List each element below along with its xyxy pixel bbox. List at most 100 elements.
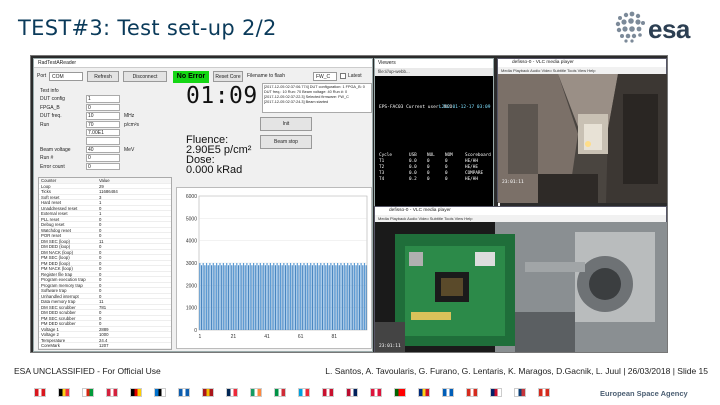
bar bbox=[325, 265, 327, 330]
y-tick-label: 5000 bbox=[186, 216, 197, 222]
bar bbox=[362, 265, 364, 330]
error-status-indicator: No Error bbox=[173, 71, 209, 83]
bar bbox=[338, 265, 340, 330]
bar bbox=[207, 265, 209, 330]
viewer-cell: T3 bbox=[379, 171, 385, 176]
param-value-field[interactable]: 0 bbox=[86, 154, 120, 162]
flag-icon bbox=[34, 388, 46, 397]
bar bbox=[330, 263, 332, 330]
bar bbox=[315, 265, 317, 330]
init-button[interactable]: Init bbox=[260, 117, 312, 131]
x-tick-label: 21 bbox=[231, 334, 237, 340]
bar bbox=[254, 265, 256, 330]
bar bbox=[212, 263, 214, 330]
param-value-field[interactable]: 1 bbox=[86, 95, 120, 103]
rad-test-app-window: RadTestAReader Port COM Refresh Disconne… bbox=[33, 58, 373, 352]
param-value-field[interactable]: 7.00E1 bbox=[86, 128, 120, 137]
bar bbox=[358, 265, 361, 330]
latest-checkbox[interactable] bbox=[340, 73, 346, 79]
flag-icon bbox=[250, 388, 262, 397]
bar bbox=[247, 265, 250, 330]
viewer-cell: 0 bbox=[445, 159, 448, 164]
param-value-field[interactable]: 10 bbox=[86, 112, 120, 120]
viewer-cell: 0.2 bbox=[409, 177, 417, 182]
video-player-bottom: defisso-0 - VLC media player Media Playb… bbox=[374, 206, 667, 352]
bar bbox=[236, 263, 238, 330]
bar bbox=[350, 263, 352, 330]
flag-icon bbox=[370, 388, 382, 397]
viewer-titlebar: Viewers bbox=[375, 59, 493, 68]
video-top-timestamp: 23:01:11 bbox=[502, 180, 524, 185]
setup-screenshot: RadTestAReader Port COM Refresh Disconne… bbox=[30, 55, 668, 353]
viewer-cell: 0.0 bbox=[409, 159, 417, 164]
bar bbox=[271, 265, 273, 330]
bar bbox=[222, 263, 224, 330]
flag-icon bbox=[514, 388, 526, 397]
param-value-field[interactable]: 70 bbox=[86, 120, 120, 129]
flag-icon bbox=[202, 388, 214, 397]
disconnect-button[interactable]: Disconnect bbox=[123, 71, 167, 82]
bar bbox=[234, 265, 236, 330]
bar bbox=[347, 263, 349, 330]
bar bbox=[360, 263, 362, 330]
port-select[interactable]: COM bbox=[49, 72, 83, 81]
viewer-cell: 0 bbox=[445, 171, 448, 176]
bar bbox=[333, 263, 335, 330]
param-label: FPGA_B bbox=[40, 104, 60, 111]
bar bbox=[200, 265, 203, 330]
bar bbox=[276, 263, 278, 330]
bar bbox=[321, 265, 324, 330]
viewer-cell: HE/HH bbox=[465, 177, 478, 182]
bar bbox=[273, 263, 275, 330]
param-value-field[interactable]: 0 bbox=[86, 162, 120, 171]
refresh-button[interactable]: Refresh bbox=[87, 71, 119, 82]
bar bbox=[259, 263, 261, 330]
param-label: Run # bbox=[40, 155, 54, 162]
bar bbox=[278, 265, 280, 330]
bar bbox=[289, 263, 292, 330]
bar bbox=[239, 263, 241, 330]
bar bbox=[318, 265, 320, 330]
event-log[interactable]: [2017-12-05 02:37:06.774] DUT configurat… bbox=[262, 83, 372, 113]
x-tick-label: 41 bbox=[264, 334, 270, 340]
bar bbox=[209, 263, 211, 330]
video-top-menu[interactable]: Media Playback Audio Video Subtitle Tool… bbox=[498, 67, 666, 74]
param-value-field[interactable]: 0 bbox=[86, 103, 120, 112]
bar bbox=[242, 263, 245, 330]
bar bbox=[306, 263, 308, 330]
bar bbox=[335, 265, 337, 330]
viewer-column-header: Cycle bbox=[379, 153, 392, 158]
filename-input[interactable]: FW_C bbox=[313, 72, 337, 81]
flag-icon bbox=[178, 388, 190, 397]
dose-value: 0.000 kRad bbox=[186, 164, 243, 176]
bar bbox=[331, 265, 334, 330]
bar bbox=[281, 265, 283, 330]
bar bbox=[283, 263, 285, 330]
viewer-url-bar[interactable]: file:///op-webb... bbox=[375, 68, 493, 76]
table-row[interactable]: CoreMark 1207 bbox=[39, 343, 171, 349]
bar bbox=[253, 263, 255, 330]
video-bottom-menu[interactable]: Media Playback Audio Video Subtitle Tool… bbox=[375, 215, 666, 222]
bar bbox=[286, 263, 288, 330]
param-value-field[interactable] bbox=[86, 137, 120, 145]
viewer-table: Cycle USB NUL NOM Scoreboard T1 0.0 0 0 HE/HH T2 0.… bbox=[379, 153, 493, 183]
bar bbox=[221, 265, 223, 330]
y-tick-label: 3000 bbox=[186, 261, 197, 267]
reset-core-button[interactable]: Reset Core bbox=[213, 71, 243, 82]
param-unit: p/cm²s bbox=[124, 121, 139, 128]
counter-value: 1207 bbox=[99, 343, 109, 348]
bar bbox=[261, 265, 263, 330]
viewer-cell: T2 bbox=[379, 165, 385, 170]
param-label: Beam voltage bbox=[40, 146, 71, 153]
filename-label: Filename to flash bbox=[247, 73, 286, 79]
viewer-cell: 0 bbox=[427, 171, 430, 176]
app-toolbar: Port COM Refresh Disconnect No Error Res… bbox=[37, 71, 371, 83]
viewer-cell: 0 bbox=[427, 165, 430, 170]
bar bbox=[199, 263, 201, 330]
flag-icon bbox=[106, 388, 118, 397]
beam-stop-button[interactable]: Beam stop bbox=[260, 135, 312, 149]
video-top-title: defisso-0 - VLC media player bbox=[498, 59, 666, 67]
param-value-field[interactable]: 40 bbox=[86, 145, 120, 154]
bar bbox=[352, 265, 354, 330]
bar bbox=[216, 263, 218, 330]
